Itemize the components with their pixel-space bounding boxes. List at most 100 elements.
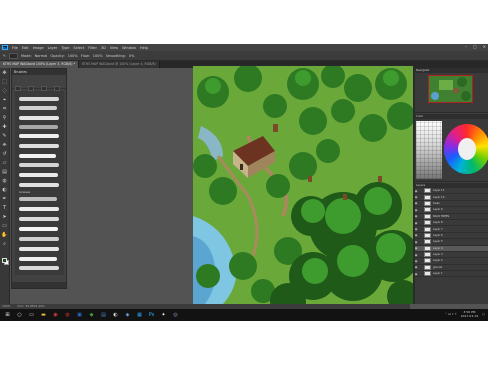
windows-start-icon[interactable]: ⊞ xyxy=(3,311,12,320)
tools-panel: ✥ ⬚ ◌ ⌖ ⌗ ⚲ ✚ ✎ ⎈ ↺ ▱ ▤ ◍ ◐ ✒ T ➤ ▭ ✋ ⌕ xyxy=(0,68,10,304)
layer-name: Layer 7 xyxy=(433,227,443,231)
options-bar: ✎ Mode: Normal Opacity: 100% Flow: 100% … xyxy=(0,51,488,61)
brush-stroke-preview[interactable] xyxy=(19,163,59,167)
menu-view[interactable]: View xyxy=(110,46,118,50)
opacity-field[interactable]: 100% xyxy=(68,54,78,58)
app-icon[interactable]: ▦ xyxy=(135,311,144,320)
tab-document[interactable]: KTHS MAP WAGbord @ 100% (Layer 4, RGB/8) xyxy=(79,61,160,68)
mode-label: Mode: xyxy=(20,53,32,58)
brush-stroke-preview[interactable] xyxy=(19,134,59,138)
layer-name: Layer 8 xyxy=(433,221,443,225)
brush-tool-icon[interactable]: ✎ xyxy=(1,133,8,140)
app-icon[interactable]: ◎ xyxy=(171,311,180,320)
brush-stroke-preview[interactable] xyxy=(19,207,59,211)
close-button[interactable]: ✕ xyxy=(483,44,486,49)
search-icon[interactable]: ○ xyxy=(15,311,24,320)
menu-layer[interactable]: Layer xyxy=(48,46,58,50)
menu-image[interactable]: Image xyxy=(33,46,44,50)
layer-name: trees xyxy=(433,201,440,205)
gradient-tool-icon[interactable]: ▤ xyxy=(1,169,8,176)
foreground-color-swatch[interactable] xyxy=(2,258,7,263)
app-icon[interactable]: ◈ xyxy=(123,311,132,320)
zoom-level[interactable]: 100% xyxy=(2,304,11,308)
marquee-tool-icon[interactable]: ⬚ xyxy=(1,79,8,86)
zoom-tool-icon[interactable]: ⌕ xyxy=(1,241,8,248)
menu-edit[interactable]: Edit xyxy=(22,46,29,50)
app-icon[interactable]: ▣ xyxy=(75,311,84,320)
app-icon[interactable]: ◐ xyxy=(111,311,120,320)
brush-stroke-preview[interactable] xyxy=(19,144,59,148)
brush-stroke-preview[interactable] xyxy=(19,106,57,110)
crop-tool-icon[interactable]: ⌗ xyxy=(1,106,8,113)
brush-stroke-preview[interactable] xyxy=(19,173,58,177)
blur-tool-icon[interactable]: ◍ xyxy=(1,178,8,185)
dodge-tool-icon[interactable]: ◐ xyxy=(1,187,8,194)
brush-stroke-preview[interactable] xyxy=(19,237,59,241)
clock[interactable]: 3:56 PM 2017-03-19 xyxy=(461,310,478,318)
eyedropper-tool-icon[interactable]: ⚲ xyxy=(1,115,8,122)
flow-field[interactable]: 100% xyxy=(93,54,103,58)
layer-name: Layer 5 xyxy=(433,240,443,244)
shape-tool-icon[interactable]: ▭ xyxy=(1,223,8,230)
brush-stroke-preview[interactable] xyxy=(19,97,59,101)
photoshop-taskbar-icon[interactable]: Ps xyxy=(147,311,156,320)
brush-stroke-preview[interactable] xyxy=(19,125,58,129)
brush-stroke-preview[interactable] xyxy=(19,257,57,261)
move-tool-icon[interactable]: ✥ xyxy=(1,70,8,77)
menu-help[interactable]: Help xyxy=(140,46,148,50)
maximize-button[interactable]: ▢ xyxy=(473,44,477,49)
healing-tool-icon[interactable]: ✚ xyxy=(1,124,8,131)
menu-filter[interactable]: Filter xyxy=(88,46,97,50)
app-icon[interactable]: ◍ xyxy=(63,311,72,320)
eraser-tool-icon[interactable]: ▱ xyxy=(1,160,8,167)
brush-stroke-preview[interactable] xyxy=(19,247,59,251)
menu-window[interactable]: Window xyxy=(122,46,136,50)
layer-thumbnail xyxy=(424,194,431,200)
stamp-tool-icon[interactable]: ⎈ xyxy=(1,142,8,149)
pen-tool-icon[interactable]: ✒ xyxy=(1,196,8,203)
brush-size-picker[interactable] xyxy=(8,52,18,59)
document-canvas[interactable] xyxy=(193,66,413,304)
layer-thumbnail xyxy=(424,239,431,245)
layer-row[interactable]: ◉ Layer 1 xyxy=(414,271,488,278)
menu-3d[interactable]: 3D xyxy=(101,46,106,50)
lasso-tool-icon[interactable]: ◌ xyxy=(1,88,8,95)
notification-icon[interactable]: ▢ xyxy=(482,312,485,316)
tab-document-active[interactable]: KTHS MAP WAGbord 100% (Layer 3, RGB/8) * xyxy=(0,61,80,68)
brush-stroke-preview[interactable] xyxy=(19,154,56,158)
quick-select-tool-icon[interactable]: ⌖ xyxy=(1,97,8,104)
clock-date: 2017-03-19 xyxy=(460,314,479,318)
layer-thumbnail xyxy=(424,226,431,232)
window-controls: – ▢ ✕ xyxy=(465,44,486,49)
menu-bar: Ps File Edit Image Layer Type Select Fil… xyxy=(0,44,488,51)
mode-select[interactable]: Normal xyxy=(35,54,48,58)
navigator-preview[interactable] xyxy=(428,75,473,103)
history-brush-icon[interactable]: ↺ xyxy=(1,151,8,158)
brush-stroke-preview[interactable] xyxy=(19,266,59,270)
file-explorer-icon[interactable]: ▬ xyxy=(39,311,48,320)
brush-stroke-preview[interactable] xyxy=(19,197,57,201)
path-select-tool-icon[interactable]: ➤ xyxy=(1,214,8,221)
brush-stroke-preview[interactable] xyxy=(19,227,58,231)
app-icon[interactable]: ▤ xyxy=(99,311,108,320)
menu-type[interactable]: Type xyxy=(61,46,69,50)
type-tool-icon[interactable]: T xyxy=(1,205,8,212)
color-wheel[interactable] xyxy=(444,124,488,174)
task-view-icon[interactable]: ▭ xyxy=(27,311,36,320)
browser-icon[interactable]: ◉ xyxy=(51,311,60,320)
brush-stroke-preview[interactable] xyxy=(19,217,59,221)
minimize-button[interactable]: – xyxy=(465,44,467,49)
hand-tool-icon[interactable]: ✋ xyxy=(1,232,8,239)
brush-stroke-preview[interactable] xyxy=(19,183,59,187)
brush-tool-preset-icon[interactable]: ✎ xyxy=(3,54,6,58)
right-panel-dock: Navigator Color Layers ◉ Layer 11 ◉ Laye… xyxy=(414,68,488,304)
layer-thumbnail xyxy=(424,258,431,264)
app-icon[interactable]: ✦ xyxy=(159,311,168,320)
smoothing-field[interactable]: 0% xyxy=(129,54,135,58)
menu-file[interactable]: File xyxy=(12,46,18,50)
swatch-grid[interactable] xyxy=(416,121,442,179)
tray-icons[interactable]: ⌃ ⊡ ♪ ⚡ xyxy=(445,312,457,316)
app-icon[interactable]: ◆ xyxy=(87,311,96,320)
menu-select[interactable]: Select xyxy=(73,46,84,50)
brush-stroke-preview[interactable] xyxy=(19,116,59,120)
